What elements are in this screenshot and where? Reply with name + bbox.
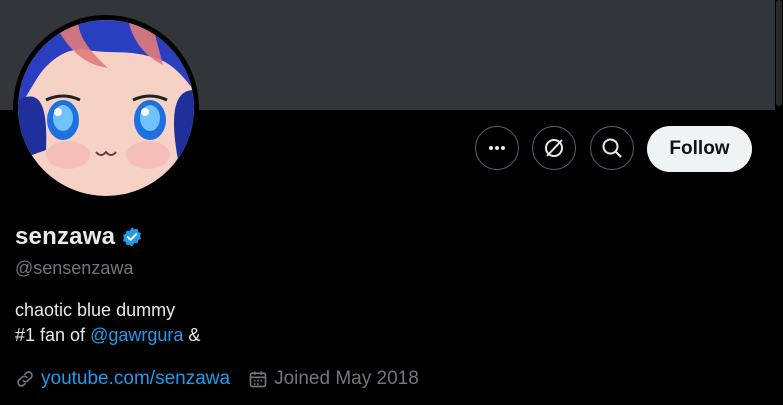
bio-line-1: chaotic blue dummy <box>15 300 176 320</box>
handle: @sensenzawa <box>15 258 134 278</box>
more-button[interactable] <box>475 126 519 170</box>
grok-icon <box>545 139 563 157</box>
grok-button[interactable] <box>532 126 576 170</box>
bio: chaotic blue dummy #1 fan of @gawrgura & <box>15 298 200 348</box>
calendar-icon <box>249 371 267 388</box>
bio-line-2: #1 fan of @gawrgura & <box>15 323 200 348</box>
search-icon <box>602 138 622 158</box>
bio-line-2-suffix: & <box>183 325 201 345</box>
more-horizontal-icon <box>489 146 505 150</box>
verified-badge-icon[interactable] <box>121 226 143 248</box>
scrollbar-thumb[interactable] <box>776 0 782 106</box>
joined-date: Joined May 2018 <box>274 368 419 389</box>
search-button[interactable] <box>590 126 634 170</box>
profile-meta: youtube.com/senzawa Joined May 2018 <box>15 368 419 390</box>
display-name: senzawa <box>15 223 116 250</box>
name-row: senzawa <box>15 223 143 251</box>
bio-line-2-prefix: #1 fan of <box>15 325 91 345</box>
link-icon <box>17 371 33 387</box>
avatar[interactable] <box>13 15 199 201</box>
scrollbar[interactable] <box>775 0 783 405</box>
avatar-image <box>18 20 194 196</box>
website-link[interactable]: youtube.com/senzawa <box>41 368 230 390</box>
mention-link[interactable]: @gawrgura <box>90 325 183 345</box>
follow-button[interactable]: Follow <box>647 126 752 172</box>
